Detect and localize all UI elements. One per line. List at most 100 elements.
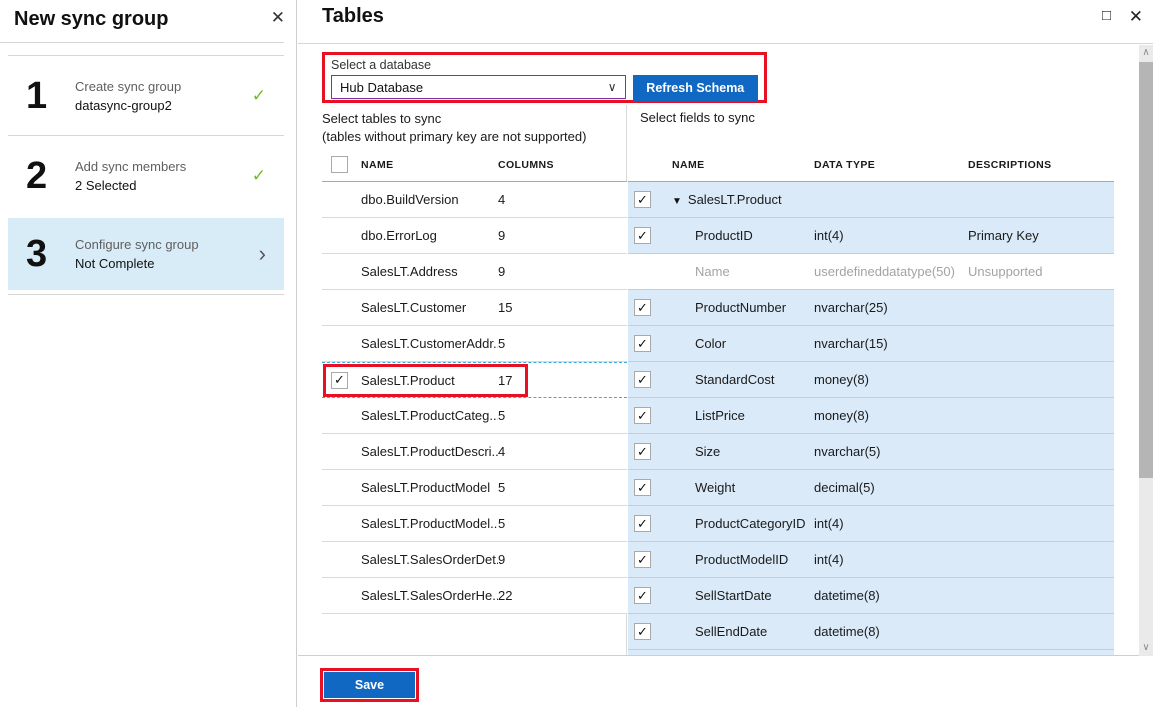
row-checkbox-cell: ✓ <box>628 371 672 388</box>
select-tables-heading-line2: (tables without primary key are not supp… <box>322 128 586 146</box>
tables-list-body: dbo.BuildVersion4dbo.ErrorLog9SalesLT.Ad… <box>322 182 627 614</box>
table-row[interactable]: SalesLT.SalesOrderDet...9 <box>322 542 627 578</box>
row-checkbox[interactable]: ✓ <box>634 443 651 460</box>
table-row[interactable]: SalesLT.Customer15 <box>322 290 627 326</box>
field-name: Weight <box>672 480 814 495</box>
table-columns-count: 5 <box>498 336 627 351</box>
fields-list: NAME DATA TYPE DESCRIPTIONS ✓ ▼SalesLT.Pr… <box>628 148 1114 655</box>
step-status: datasync-group2 <box>75 96 181 115</box>
table-row[interactable]: SalesLT.ProductDescri...4 <box>322 434 627 470</box>
row-checkbox-cell: ✓ <box>628 335 672 352</box>
row-checkbox[interactable]: ✓ <box>634 515 651 532</box>
scroll-up-icon[interactable]: ∧ <box>1139 45 1153 61</box>
field-description: Primary Key <box>968 228 1114 243</box>
row-checkbox[interactable]: ✓ <box>634 407 651 424</box>
scroll-down-icon[interactable]: ∨ <box>1139 640 1153 656</box>
table-name: SalesLT.ProductDescri... <box>361 444 498 459</box>
field-data-type: money(8) <box>814 408 968 423</box>
step-text: Create sync groupdatasync-group2 <box>75 77 181 115</box>
field-row[interactable]: Nameuserdefineddatatype(50)Unsupported <box>628 254 1114 290</box>
wizard-step-2[interactable]: 2Add sync members2 Selected✓ <box>8 135 284 215</box>
step-status: 2 Selected <box>75 176 186 195</box>
column-header-data-type: DATA TYPE <box>814 159 968 171</box>
field-row[interactable]: ✓Sizenvarchar(5) <box>628 434 1114 470</box>
row-checkbox[interactable]: ✓ <box>634 371 651 388</box>
field-row[interactable]: ✓ProductModelIDint(4) <box>628 542 1114 578</box>
field-data-type: int(4) <box>814 516 968 531</box>
table-columns-count: 5 <box>498 516 627 531</box>
field-data-type: datetime(8) <box>814 588 968 603</box>
select-all-checkbox[interactable] <box>331 156 348 173</box>
table-columns-count: 4 <box>498 192 627 207</box>
field-row[interactable]: ✓ ▼SalesLT.Product <box>628 182 1114 218</box>
row-checkbox-cell: ✓ <box>628 623 672 640</box>
table-row[interactable]: SalesLT.Address9 <box>322 254 627 290</box>
table-row[interactable]: SalesLT.SalesOrderHe...22 <box>322 578 627 614</box>
title-divider <box>298 43 1153 44</box>
close-icon[interactable]: ✕ <box>271 8 285 28</box>
row-checkbox[interactable]: ✓ <box>331 372 348 389</box>
table-row[interactable]: SalesLT.ProductModel5 <box>322 470 627 506</box>
save-button[interactable]: Save <box>324 672 415 698</box>
wizard-step-1[interactable]: 1Create sync groupdatasync-group2✓ <box>8 55 284 135</box>
refresh-schema-button[interactable]: Refresh Schema <box>633 75 758 101</box>
field-row[interactable]: ✓StandardCostmoney(8) <box>628 362 1114 398</box>
chevron-right-icon: › <box>259 241 266 267</box>
maximize-icon[interactable]: □ <box>1102 7 1111 24</box>
table-name: SalesLT.SalesOrderHe... <box>361 588 498 603</box>
field-row[interactable]: ✓Colornvarchar(15) <box>628 326 1114 362</box>
step-label: Create sync group <box>75 77 181 96</box>
field-row[interactable]: ✓ProductIDint(4)Primary Key <box>628 218 1114 254</box>
column-header-name: NAME <box>672 159 814 171</box>
field-name: ProductCategoryID <box>672 516 814 531</box>
table-columns-count: 9 <box>498 552 627 567</box>
table-row[interactable]: ✓SalesLT.Product17 <box>322 362 627 398</box>
step-text: Add sync members2 Selected <box>75 157 186 195</box>
table-row[interactable]: SalesLT.ProductModel...5 <box>322 506 627 542</box>
column-header-descriptions: DESCRIPTIONS <box>968 159 1114 171</box>
column-header-columns: COLUMNS <box>498 159 627 171</box>
field-name: ▼SalesLT.Product <box>672 192 814 207</box>
table-name: dbo.ErrorLog <box>361 228 498 243</box>
table-columns-count: 4 <box>498 444 627 459</box>
check-icon: ✓ <box>252 166 266 186</box>
row-checkbox[interactable]: ✓ <box>634 191 651 208</box>
field-row[interactable]: ✓SellStartDatedatetime(8) <box>628 578 1114 614</box>
row-checkbox[interactable]: ✓ <box>634 299 651 316</box>
wizard-step-3[interactable]: 3Configure sync groupNot Complete› <box>8 218 284 290</box>
vertical-scrollbar[interactable]: ∧ ∨ <box>1139 45 1153 656</box>
table-row[interactable]: SalesLT.CustomerAddr...5 <box>322 326 627 362</box>
field-data-type: nvarchar(15) <box>814 336 968 351</box>
row-checkbox[interactable]: ✓ <box>634 335 651 352</box>
row-checkbox[interactable]: ✓ <box>634 587 651 604</box>
table-row[interactable]: dbo.ErrorLog9 <box>322 218 627 254</box>
field-name: ProductID <box>672 228 814 243</box>
field-name: ListPrice <box>672 408 814 423</box>
footer-divider <box>298 655 1139 656</box>
table-columns-count: 9 <box>498 264 627 279</box>
panel-title: New sync group <box>14 8 168 31</box>
row-checkbox[interactable]: ✓ <box>634 623 651 640</box>
table-name: SalesLT.Customer <box>361 300 498 315</box>
table-row[interactable]: SalesLT.ProductCateg...5 <box>322 398 627 434</box>
tables-list-header: NAME COLUMNS <box>322 148 627 182</box>
select-tables-heading-line1: Select tables to sync <box>322 110 586 128</box>
tables-list: NAME COLUMNS dbo.BuildVersion4dbo.ErrorL… <box>322 148 627 614</box>
row-checkbox[interactable]: ✓ <box>634 551 651 568</box>
close-icon[interactable]: ✕ <box>1129 7 1143 27</box>
field-row[interactable]: ✓ProductNumbernvarchar(25) <box>628 290 1114 326</box>
fields-list-body: ✓ ▼SalesLT.Product ✓ ProductID int(4) Primary… <box>628 182 1114 650</box>
field-row[interactable]: ✓SellEndDatedatetime(8) <box>628 614 1114 650</box>
table-row[interactable]: dbo.BuildVersion4 <box>322 182 627 218</box>
field-row[interactable]: ✓ ListPricemoney(8) <box>628 398 1114 434</box>
field-row[interactable]: ✓ ProductCategoryIDint(4) <box>628 506 1114 542</box>
triangle-down-icon[interactable]: ▼ <box>672 196 682 207</box>
row-checkbox[interactable]: ✓ <box>634 479 651 496</box>
scrollbar-thumb[interactable] <box>1139 62 1153 478</box>
table-name: dbo.BuildVersion <box>361 192 498 207</box>
panel-title: Tables <box>322 5 384 28</box>
table-name: SalesLT.Address <box>361 264 498 279</box>
row-checkbox[interactable]: ✓ <box>634 227 651 244</box>
database-dropdown[interactable]: Hub Database ∨ <box>331 75 626 99</box>
field-row[interactable]: ✓Weightdecimal(5) <box>628 470 1114 506</box>
